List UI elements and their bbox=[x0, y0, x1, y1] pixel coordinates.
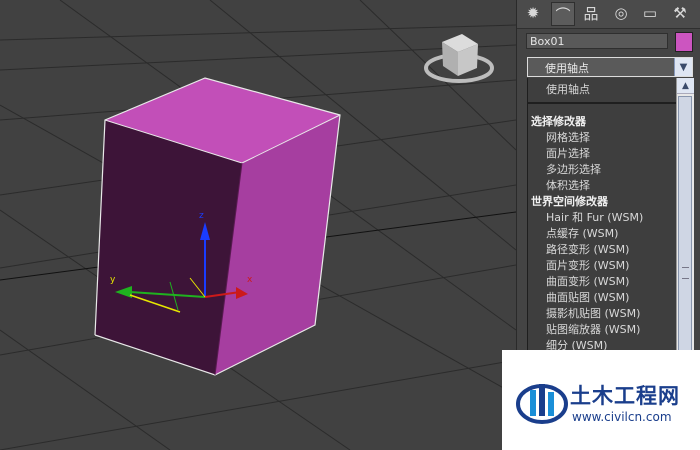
app-root: y x z ✹ ⌒ 品 ◎ ▭ ⚒ Box01 使用轴点 ▼ 使用轴点 选择修改… bbox=[0, 0, 700, 450]
list-item[interactable]: 曲面变形 (WSM) bbox=[546, 273, 629, 289]
list-item[interactable]: Hair 和 Fur (WSM) bbox=[546, 209, 643, 225]
gizmo-x-label: x bbox=[247, 275, 253, 285]
list-item[interactable]: 贴图缩放器 (WSM) bbox=[546, 321, 640, 337]
watermark-logo: 土木工程网 www.civilcn.com bbox=[502, 350, 700, 450]
display-icon: ▭ bbox=[642, 4, 658, 22]
modify-tab[interactable]: ⌒ bbox=[551, 2, 575, 26]
list-item[interactable]: 多边形选择 bbox=[546, 161, 601, 177]
motion-tab[interactable]: ◎ bbox=[610, 2, 632, 24]
gizmo-z-label: z bbox=[199, 211, 204, 221]
utilities-tab[interactable]: ⚒ bbox=[669, 2, 691, 24]
box01-object[interactable] bbox=[94, 77, 341, 376]
sun-icon: ✹ bbox=[526, 4, 540, 22]
modifier-dropdown-value: 使用轴点 bbox=[545, 62, 589, 75]
chevron-up-icon[interactable]: ▲ bbox=[677, 78, 694, 94]
watermark-title: 土木工程网 bbox=[570, 384, 680, 408]
list-item-use-pivot[interactable]: 使用轴点 bbox=[528, 81, 677, 97]
modifier-list-dropdown[interactable]: 使用轴点 ▼ bbox=[527, 57, 693, 77]
section-header-selection-modifiers: 选择修改器 bbox=[531, 115, 586, 128]
list-item[interactable]: 路径变形 (WSM) bbox=[546, 241, 629, 257]
gizmo-y-label: y bbox=[110, 275, 116, 285]
hammer-icon: ⚒ bbox=[673, 4, 687, 22]
scrollbar-grip bbox=[682, 267, 689, 279]
section-header-world-space-modifiers: 世界空间修改器 bbox=[531, 195, 608, 208]
modify-curve-icon: ⌒ bbox=[555, 5, 571, 24]
motion-icon: ◎ bbox=[614, 4, 628, 22]
object-color-swatch[interactable] bbox=[675, 32, 693, 52]
object-name-field[interactable]: Box01 bbox=[526, 33, 668, 49]
display-tab[interactable]: ▭ bbox=[639, 2, 661, 24]
viewcube-icon[interactable] bbox=[424, 34, 494, 83]
perspective-viewport[interactable]: y x z bbox=[0, 0, 516, 450]
civilcn-logo-icon bbox=[516, 384, 568, 424]
create-tab[interactable]: ✹ bbox=[522, 2, 544, 24]
list-separator bbox=[528, 102, 677, 104]
list-item[interactable]: 网格选择 bbox=[546, 129, 590, 145]
list-item[interactable]: 面片变形 (WSM) bbox=[546, 257, 629, 273]
list-item[interactable]: 曲面贴图 (WSM) bbox=[546, 289, 629, 305]
list-item[interactable]: 体积选择 bbox=[546, 177, 590, 193]
hierarchy-tab[interactable]: 品 bbox=[580, 2, 602, 24]
hierarchy-icon: 品 bbox=[583, 4, 599, 23]
command-panel-tabs: ✹ ⌒ 品 ◎ ▭ ⚒ bbox=[517, 0, 700, 29]
viewport-canvas: y x z bbox=[0, 0, 516, 450]
watermark-url: www.civilcn.com bbox=[572, 410, 672, 424]
chevron-down-icon[interactable]: ▼ bbox=[674, 58, 692, 76]
list-item[interactable]: 摄影机贴图 (WSM) bbox=[546, 305, 640, 321]
list-item[interactable]: 点缓存 (WSM) bbox=[546, 225, 618, 241]
list-item[interactable]: 面片选择 bbox=[546, 145, 590, 161]
